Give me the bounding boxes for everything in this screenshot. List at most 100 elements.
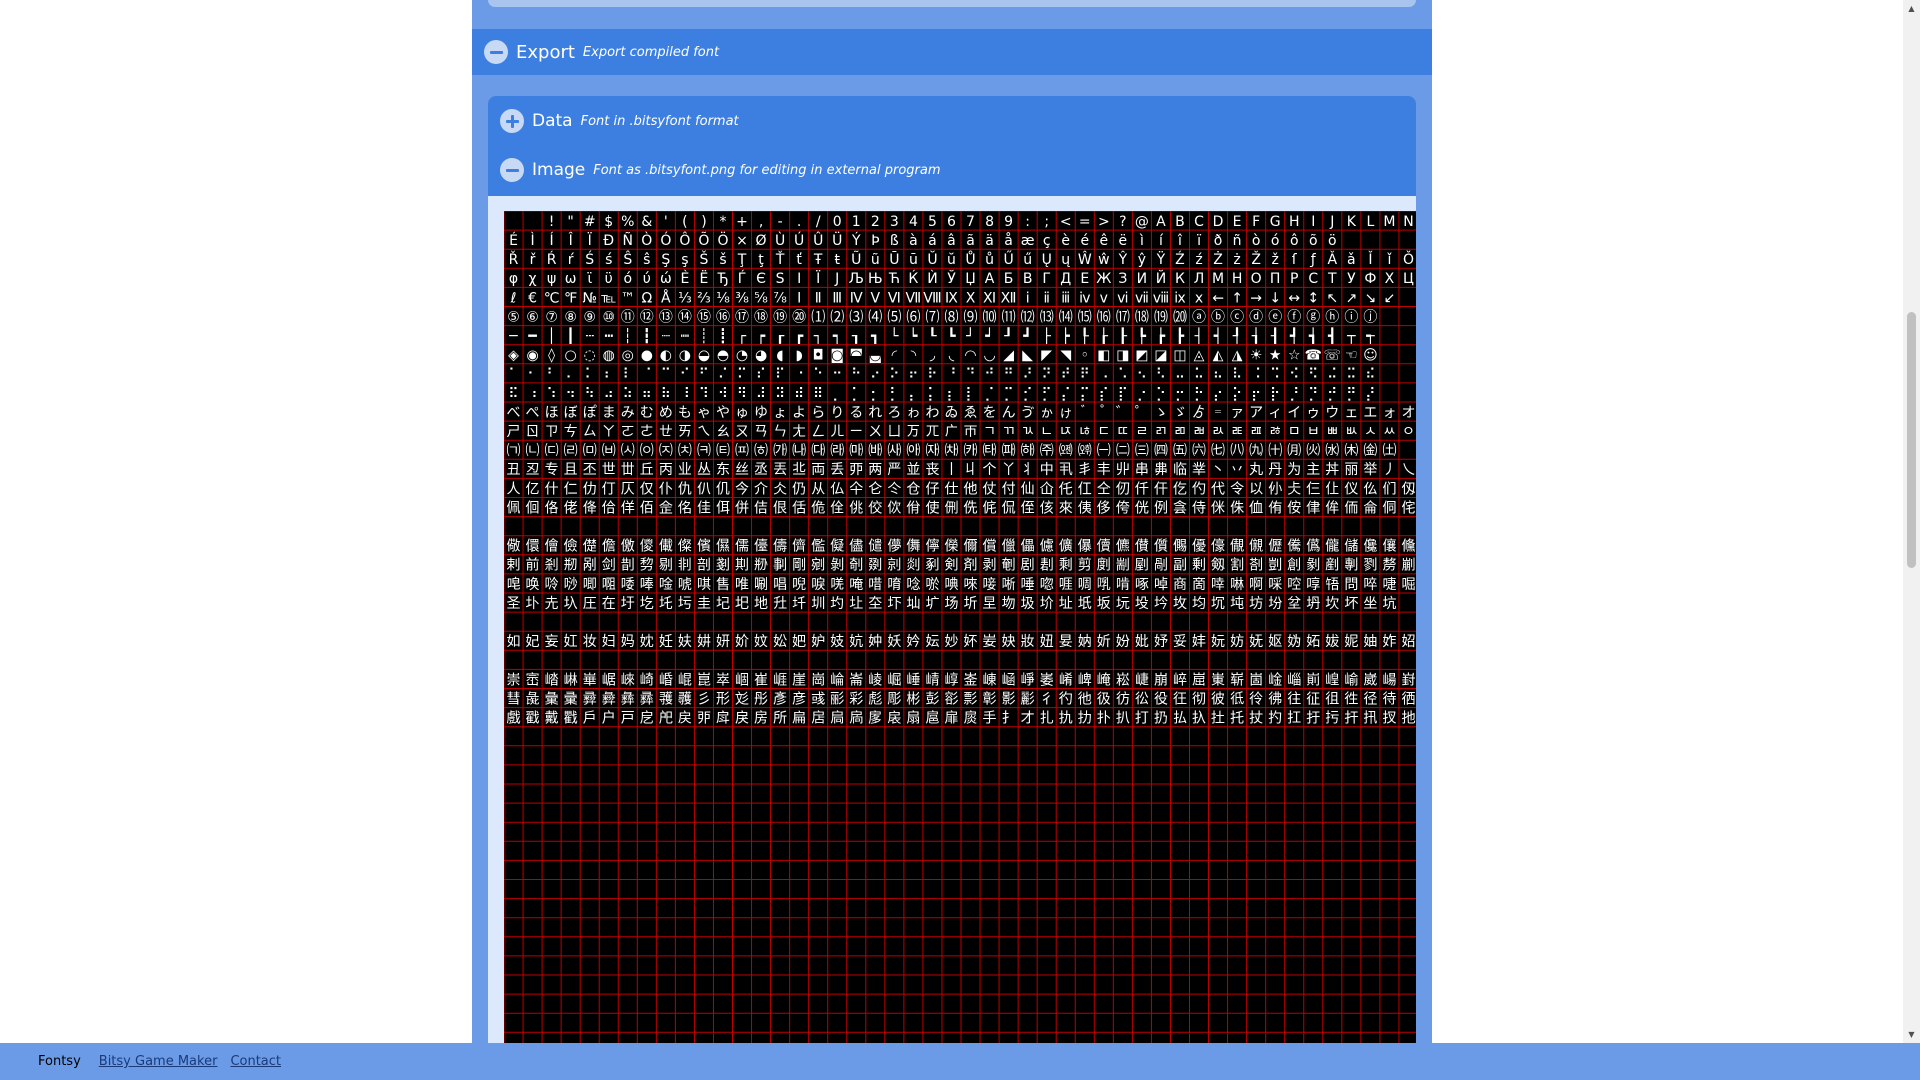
glyph-cell: Ќ [908,270,918,287]
glyph-cell: ← [1212,290,1224,306]
glyph-cell: 啈 [1211,577,1225,593]
glyph-cell: 啑 [1382,577,1396,593]
glyph-cell: ⑪ [621,309,635,325]
glyph-cell: 圥 [545,596,559,612]
glyph-cell: ⠷ [661,386,671,402]
glyph-cell: ⡚ [1327,386,1337,402]
glyph-cell: 剸 [1344,558,1358,574]
glyph-cell: 仌 [773,481,787,497]
glyph-cell: ㅃ [1326,424,1339,440]
glyph-cell: ㄾ [1231,424,1244,440]
glyph-cell: ⅛ [716,290,730,306]
glyph-cell: 人 [507,481,521,497]
glyph-cell: ψ [547,271,556,287]
glyph-cell: よ [792,405,806,421]
collapse-icon[interactable] [500,158,524,182]
collapse-icon[interactable] [484,40,508,64]
glyph-cell: 剘 [735,558,749,574]
glyph-cell: Ω [641,290,652,306]
glyph-cell: 丛 [697,462,711,478]
glyph-cell: š [719,252,726,268]
glyph-cell: 戻 [678,711,692,727]
glyph-cell: 剴 [1268,558,1282,574]
expand-icon[interactable] [500,109,524,133]
glyph-cell: ì [1139,233,1144,249]
glyph-cell: ⓑ [1211,309,1225,325]
glyph-cell: ㄢ [754,424,768,440]
glyph-cell: 儩 [1173,539,1187,555]
glyph-cell: ◗ [795,348,802,364]
scroll-down-icon[interactable]: ▼ [1903,1026,1920,1043]
glyph-cell: К [1175,271,1185,287]
glyph-cell: 扉 [944,711,958,727]
glyph-cell: 妨 [1230,634,1244,650]
glyph-cell: ㄖ [526,424,540,440]
glyph-cell: 唫 [659,576,673,593]
glyph-cell: 儬 [1230,539,1244,555]
glyph-cell: 儲 [1344,539,1358,555]
glyph-cell: ┄ [585,329,593,345]
glyph-cell: 串 [1135,462,1149,478]
glyph-cell: ⡎ [1099,386,1109,402]
glyph-cell: 崱 [1306,672,1320,688]
glyph-cell: ゜ [1135,405,1149,421]
glyph-cell: 托 [1230,711,1244,727]
footer-link-bitsy[interactable]: Bitsy Game Maker [99,1054,218,1069]
glyph-cell: ◜ [892,348,898,364]
glyph-cell: ⠔ [870,367,880,383]
glyph-cell: 仒 [887,481,901,497]
glyph-cell: 儞 [964,539,978,555]
glyph-cell: 儌 [621,538,635,555]
glyph-cell: ŵ [1098,252,1109,268]
glyph-cell: Õ [698,232,709,249]
glyph-cell: 令 [1230,481,1244,497]
glyph-cell: 剜 [811,558,825,574]
glyph-cell: ⠴ [604,386,614,402]
glyph-cell: 今 [735,481,749,497]
glyph-cell: 扎 [1040,711,1054,727]
glyph-cell: ⠧ [1232,367,1242,383]
glyph-cell: ö [1328,233,1337,249]
footer-link-contact[interactable]: Contact [230,1054,281,1069]
glyph-cell: ⠣ [1156,367,1166,383]
glyph-cell: 丧 [925,462,939,478]
glyph-cell: 崙 [849,672,863,688]
glyph-cell: ら [811,405,825,421]
glyph-cell: 妱 [1401,634,1415,650]
glyph-cell: 崝 [925,672,939,688]
glyph-cell: Ÿ [1156,250,1166,268]
glyph-cell: ㄘ [564,424,578,440]
glyph-cell: ⅶ [1135,290,1149,306]
glyph-cell: ゆ [754,405,768,421]
glyph-cell: 剎 [545,558,559,574]
scroll-up-icon[interactable]: ▲ [1903,0,1920,17]
glyph-cell: ŧ [834,252,840,268]
glyph-cell: Џ [965,271,976,287]
scrollbar[interactable]: ▲ ▼ [1903,0,1920,1043]
glyph-cell: 丿 [1382,462,1396,478]
glyph-cell: 徂 [1325,691,1339,707]
glyph-cell: ś [605,252,612,268]
glyph-cell: ┍ [757,329,766,345]
glyph-cell: 妡 [1097,634,1111,650]
glyph-cell: 彘 [526,691,540,707]
glyph-cell: ⡕ [1232,386,1242,402]
scroll-thumb[interactable] [1907,312,1916,568]
glyph-cell: 丘 [640,462,654,478]
glyph-cell: ま [602,405,616,421]
image-section-header[interactable]: Image Font as .bitsyfont.png for editing… [488,147,1416,193]
glyph-cell: 侍 [1192,500,1206,516]
glyph-cell: 扈 [925,710,939,727]
glyph-cell: ┑ [833,329,841,345]
glyph-cell: ⠁ [508,367,518,383]
glyph-cell: 妒 [811,634,825,650]
glyph-cell: 崗 [811,672,825,688]
glyph-cell: 崣 [1040,672,1054,688]
glyph-cell: 戹 [640,711,654,727]
glyph-cell: Ž [1251,250,1261,268]
glyph-cell: ⡂ [870,386,880,402]
glyph-cell: % [621,214,634,230]
glyph-cell: ㄼ [1193,424,1206,440]
export-section-header[interactable]: Export Export compiled font [472,29,1432,75]
data-section-header[interactable]: Data Font in .bitsyfont format [488,98,1416,144]
